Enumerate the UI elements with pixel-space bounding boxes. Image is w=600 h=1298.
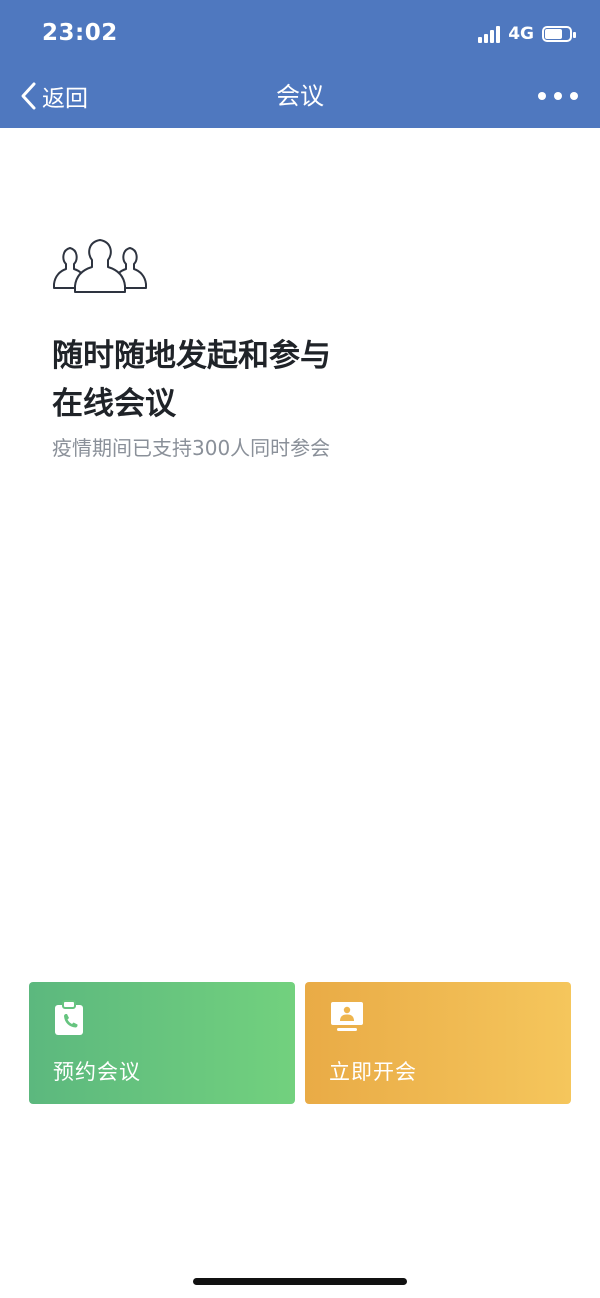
- status-time: 23:02: [42, 20, 118, 46]
- start-meeting-label: 立即开会: [329, 1060, 417, 1084]
- app-header: 23:02 4G 返回 会议: [0, 0, 600, 128]
- signal-icon: [478, 25, 501, 43]
- page-title: 会议: [276, 82, 324, 110]
- schedule-meeting-button[interactable]: 预约会议: [29, 982, 295, 1104]
- more-button[interactable]: [538, 84, 578, 108]
- presentation-screen-icon: [331, 1002, 363, 1031]
- schedule-meeting-label: 预约会议: [53, 1060, 141, 1084]
- headline-line-2: 在线会议: [52, 386, 176, 422]
- network-type: 4G: [508, 24, 534, 44]
- hero-subtitle: 疫情期间已支持300人同时参会: [52, 436, 331, 460]
- calendar-phone-icon: [55, 1000, 83, 1035]
- more-dots-icon: [538, 92, 546, 100]
- start-meeting-button[interactable]: 立即开会: [305, 982, 571, 1104]
- headline-line-1: 随时随地发起和参与: [52, 338, 331, 374]
- people-group-icon: [53, 239, 147, 293]
- hero-headline: 随时随地发起和参与 在线会议: [52, 332, 532, 428]
- battery-icon: [542, 25, 576, 43]
- home-indicator[interactable]: [193, 1278, 407, 1285]
- status-indicators: 4G: [478, 24, 576, 44]
